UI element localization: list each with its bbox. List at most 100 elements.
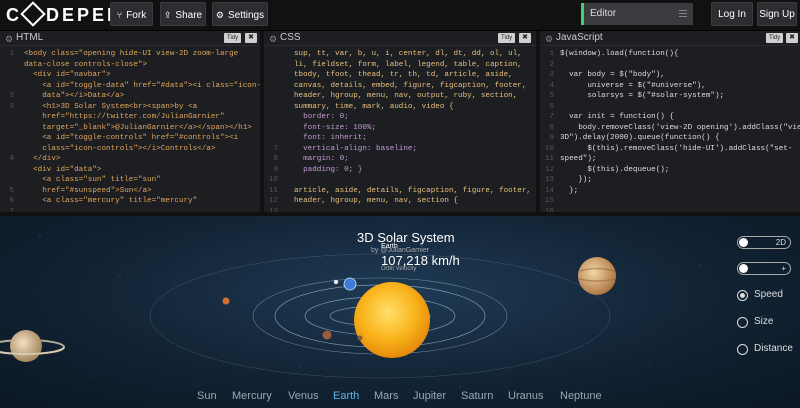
result-preview: 3D Solar System by @JulianGarnier Earth … — [0, 216, 800, 408]
speed-radio[interactable] — [737, 290, 748, 301]
line-number: 7 — [549, 113, 554, 121]
code-line: }; — [560, 186, 579, 195]
code-line: margin: 0; — [294, 155, 349, 163]
css-pane-header: ⚙ CSS Tidy ✖ — [264, 31, 536, 46]
js-pane-header: ⚙ JavaScript Tidy ✖ — [540, 31, 800, 46]
sun-planet[interactable] — [354, 282, 430, 358]
login-label: Log In — [718, 9, 746, 20]
earth-planet[interactable] — [343, 277, 357, 291]
share-button[interactable]: ⇪ Share — [160, 2, 206, 26]
editor-label: Editor — [590, 8, 617, 19]
code-line: $(window).load(function(){ — [560, 50, 679, 58]
gear-icon[interactable]: ⚙ — [269, 32, 277, 46]
gear-icon[interactable]: ⚙ — [545, 32, 553, 46]
line-number: 11 — [544, 155, 554, 163]
settings-button[interactable]: ⚙ Settings — [212, 2, 268, 26]
css-pane: ⚙ CSS Tidy ✖ 789101112131415sup, tt, var… — [264, 31, 536, 212]
nav-mars[interactable]: Mars — [374, 390, 398, 402]
nav-venus[interactable]: Venus — [288, 390, 319, 402]
mars-planet[interactable] — [322, 330, 332, 340]
code-line: padding: 0; } — [294, 165, 363, 174]
nav-uranus[interactable]: Uranus — [508, 390, 543, 402]
view-2d-toggle[interactable]: 2D — [737, 236, 791, 249]
speed-option-label[interactable]: Speed — [754, 289, 783, 300]
line-number: 8 — [549, 123, 554, 132]
css-tidy-button[interactable]: Tidy — [498, 33, 516, 43]
html-pane: ⚙ HTML Tidy ✖ 12345678<body class="openi… — [0, 31, 260, 212]
line-number: 4 — [549, 81, 554, 90]
size-radio[interactable] — [737, 317, 748, 328]
line-number: 1 — [549, 50, 554, 58]
line-number: 4 — [9, 155, 14, 163]
codepen-logo[interactable]: C DEPEN — [6, 1, 123, 27]
html-close-button[interactable]: ✖ — [245, 33, 257, 43]
line-number: 7 — [273, 144, 278, 153]
signup-button[interactable]: Sign Up — [757, 2, 797, 26]
html-pane-title: HTML — [16, 32, 44, 43]
code-line: var body = $("body"), — [560, 71, 665, 79]
js-tidy-button[interactable]: Tidy — [766, 33, 784, 43]
js-close-button[interactable]: ✖ — [786, 33, 798, 43]
code-line: <a id="toggle-data" href="#data"><i clas… — [24, 81, 260, 90]
code-line: </div> — [24, 155, 61, 163]
code-line: canvas, details, embed, figure, figcapti… — [294, 81, 527, 90]
share-icon: ⇪ — [163, 10, 172, 20]
code-line: 3D").delay(2000).queue(function() { — [560, 134, 720, 142]
code-line: data-close controls-close"> — [24, 60, 148, 69]
zoom-toggle[interactable]: + — [737, 262, 791, 275]
code-line: vertical-align: baseline; — [294, 144, 418, 153]
code-line: $(this).dequeue(); — [560, 165, 670, 174]
html-code-area[interactable]: 12345678<body class="opening hide-UI vie… — [0, 46, 260, 212]
code-line: body.removeClass('view-2D opening').addC… — [560, 123, 800, 132]
nav-earth[interactable]: Earth — [333, 390, 359, 402]
code-line: summary, time, mark, audio, video { — [294, 102, 454, 111]
size-option-label[interactable]: Size — [754, 316, 773, 327]
code-line: <body class="opening hide-UI view-2D zoo… — [24, 50, 239, 58]
code-line: class="icon-controls"></i>Controls</a> — [24, 144, 216, 153]
line-number: 2 — [9, 92, 14, 100]
jupiter-planet[interactable] — [578, 257, 616, 295]
line-number: 12 — [544, 165, 554, 174]
signup-label: Sign Up — [759, 9, 795, 20]
toggle-knob — [739, 238, 748, 247]
venus-planet[interactable] — [222, 297, 230, 305]
code-line: data"></i>Data</a> — [24, 92, 125, 100]
js-pane: ⚙ JavaScript Tidy ✖ 1 2 3 4 5 6 7 8 9 10 11 12 13 14 1… — [540, 31, 800, 212]
saturn-planet[interactable] — [0, 330, 65, 362]
line-number: 5 — [549, 92, 554, 100]
line-number: 6 — [549, 102, 554, 111]
css-code-area[interactable]: 789101112131415sup, tt, var, b, u, i, ce… — [264, 46, 536, 212]
line-number: 9 — [549, 134, 554, 142]
distance-option-label[interactable]: Distance — [754, 343, 793, 354]
share-label: Share — [175, 10, 203, 21]
code-line: font-size: 100%; — [294, 123, 377, 132]
editor-view-selector[interactable]: Editor — [581, 3, 693, 25]
line-number: 10 — [268, 176, 278, 184]
line-number: 3 — [9, 102, 14, 111]
html-tidy-button[interactable]: Tidy — [224, 33, 242, 43]
distance-radio[interactable] — [737, 344, 748, 355]
css-pane-title: CSS — [280, 32, 301, 43]
login-button[interactable]: Log In — [711, 2, 753, 26]
nav-neptune[interactable]: Neptune — [560, 390, 602, 402]
code-line: article, aside, details, figcaption, fig… — [294, 186, 531, 195]
fork-icon: ⑂ — [116, 10, 123, 20]
html-pane-header: ⚙ HTML Tidy ✖ — [0, 31, 260, 46]
code-line: header, hgroup, menu, nav, output, ruby,… — [294, 92, 518, 100]
solar-system-title: 3D Solar System — [357, 230, 455, 245]
nav-sun[interactable]: Sun — [197, 390, 217, 402]
line-number: 3 — [549, 71, 554, 79]
line-number: 6 — [9, 197, 14, 205]
js-code-area[interactable]: 123456789101112131415161718$(window).loa… — [540, 46, 800, 212]
code-line: href="https://twitter.com/JulianGarnier" — [24, 113, 225, 121]
nav-jupiter[interactable]: Jupiter — [413, 390, 446, 402]
gear-icon[interactable]: ⚙ — [5, 32, 13, 46]
code-line: $(this).removeClass('hide-UI').addClass(… — [560, 144, 793, 153]
code-line: <div id="navbar"> — [24, 71, 111, 79]
nav-saturn[interactable]: Saturn — [461, 390, 493, 402]
code-line: href="#sunspeed">Sun</a> — [24, 186, 152, 195]
fork-button[interactable]: ⑂ Fork — [110, 2, 153, 26]
nav-mercury[interactable]: Mercury — [232, 390, 272, 402]
css-close-button[interactable]: ✖ — [519, 33, 531, 43]
mercury-planet[interactable] — [357, 335, 363, 341]
